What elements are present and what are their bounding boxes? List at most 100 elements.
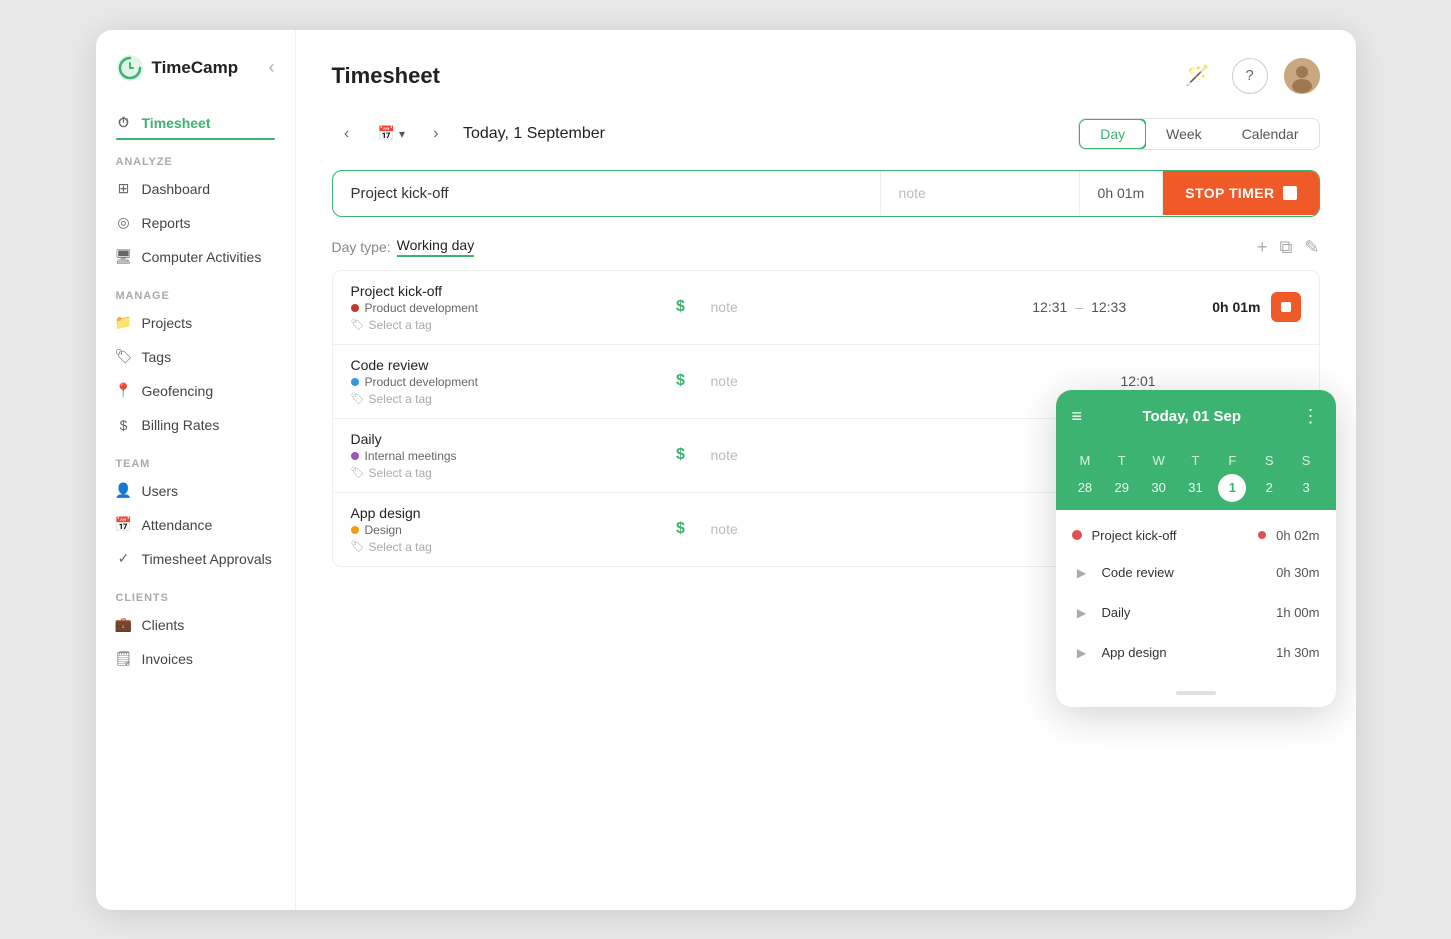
play-button[interactable]: ▶ bbox=[1072, 603, 1092, 623]
entry-info: Code review Product development 🏷 Select… bbox=[351, 357, 651, 406]
entry-name: Daily bbox=[351, 431, 651, 447]
entry-project: Internal meetings bbox=[351, 449, 651, 463]
timer-bar: note 0h 01m STOP TIMER bbox=[332, 170, 1320, 217]
note-field[interactable]: note bbox=[880, 171, 1080, 215]
project-dot bbox=[351, 526, 359, 534]
next-date-button[interactable]: › bbox=[421, 119, 451, 149]
entry-project: Product development bbox=[351, 375, 651, 389]
sidebar-item-geofencing-label: Geofencing bbox=[142, 383, 214, 399]
timecamp-logo-icon bbox=[116, 54, 144, 82]
prev-date-button[interactable]: ‹ bbox=[332, 119, 362, 149]
sidebar-item-invoices[interactable]: 🗒 Invoices bbox=[96, 642, 295, 676]
entry-note[interactable]: note bbox=[711, 299, 1033, 315]
help-button[interactable]: ? bbox=[1232, 58, 1268, 94]
sidebar-item-tags[interactable]: 🏷 Tags bbox=[96, 340, 295, 374]
cal-label-t2: T bbox=[1178, 449, 1213, 472]
cal-date-2[interactable]: 2 bbox=[1255, 474, 1283, 502]
cal-date-3[interactable]: 3 bbox=[1292, 474, 1320, 502]
sidebar-item-timesheet-label: Timesheet bbox=[142, 115, 211, 131]
tag-icon-small: 🏷 bbox=[351, 466, 365, 479]
cal-date-30[interactable]: 30 bbox=[1145, 474, 1173, 502]
sidebar-item-computer-activities[interactable]: 🖥 Computer Activities bbox=[96, 240, 295, 274]
edit-entry-button[interactable]: ✎ bbox=[1304, 237, 1319, 258]
page-title: Timesheet bbox=[332, 63, 440, 89]
play-button[interactable]: ▶ bbox=[1072, 563, 1092, 583]
pin-icon: 📍 bbox=[116, 383, 132, 399]
calendar-icon: 📅 bbox=[378, 125, 395, 142]
entry-name: App design bbox=[351, 505, 651, 521]
folder-icon: 📁 bbox=[116, 315, 132, 331]
copy-entry-button[interactable]: ⧉ bbox=[1280, 237, 1293, 258]
sidebar-section-manage: MANAGE bbox=[96, 274, 295, 306]
entry-note[interactable]: note bbox=[711, 373, 1121, 389]
entry-project-name: Design bbox=[365, 523, 402, 537]
popup-entry-name: Project kick-off bbox=[1092, 528, 1249, 543]
tag-icon-small: 🏷 bbox=[351, 392, 365, 405]
task-name-input[interactable] bbox=[333, 171, 880, 216]
sidebar-item-users[interactable]: 👤 Users bbox=[96, 474, 295, 508]
sidebar-item-timesheet-approvals[interactable]: ✓ Timesheet Approvals bbox=[96, 542, 295, 576]
popup-menu-icon[interactable]: ≡ bbox=[1072, 406, 1083, 427]
avatar[interactable] bbox=[1284, 58, 1320, 94]
tab-week[interactable]: Week bbox=[1146, 119, 1222, 149]
sidebar-item-clients[interactable]: 💼 Clients bbox=[96, 608, 295, 642]
cal-date-31[interactable]: 31 bbox=[1181, 474, 1209, 502]
popup-entry-name: Daily bbox=[1102, 605, 1267, 620]
sidebar-collapse-button[interactable]: ‹ bbox=[269, 57, 275, 78]
entry-billing[interactable]: $ bbox=[651, 446, 711, 464]
sidebar-item-clients-label: Clients bbox=[142, 617, 185, 633]
sidebar-item-timesheet[interactable]: ⏱ Timesheet bbox=[96, 106, 295, 140]
sidebar-item-attendance[interactable]: 📅 Attendance bbox=[96, 508, 295, 542]
entry-tag[interactable]: 🏷 Select a tag bbox=[351, 466, 651, 480]
sidebar-item-billing-rates[interactable]: $ Billing Rates bbox=[96, 408, 295, 442]
tag-icon-small: 🏷 bbox=[351, 318, 365, 331]
entry-duration: 0h 01m bbox=[1212, 299, 1260, 315]
cal-date-29[interactable]: 29 bbox=[1108, 474, 1136, 502]
entry-tag[interactable]: 🏷 Select a tag bbox=[351, 540, 651, 554]
entry-stop-button[interactable] bbox=[1271, 292, 1301, 322]
calendar-picker-button[interactable]: 📅 ▾ bbox=[370, 121, 413, 146]
day-type-value[interactable]: Working day bbox=[397, 237, 475, 257]
popup-entry-name: Code review bbox=[1102, 565, 1267, 580]
cal-label-m: M bbox=[1068, 449, 1103, 472]
entry-time: 12:01 bbox=[1121, 373, 1301, 389]
cal-date-28[interactable]: 28 bbox=[1071, 474, 1099, 502]
approvals-icon: ✓ bbox=[116, 551, 132, 567]
cal-label-t1: T bbox=[1104, 449, 1139, 472]
popup-more-icon[interactable]: ⋮ bbox=[1301, 406, 1319, 427]
project-dot bbox=[351, 452, 359, 460]
project-dot bbox=[351, 304, 359, 312]
entry-info: Project kick-off Product development 🏷 S… bbox=[351, 283, 651, 332]
sidebar-item-reports[interactable]: ◎ Reports bbox=[96, 206, 295, 240]
entry-start[interactable]: 12:01 bbox=[1121, 373, 1156, 389]
tab-day[interactable]: Day bbox=[1078, 118, 1147, 150]
cal-label-w: W bbox=[1141, 449, 1176, 472]
popup-entry-name: App design bbox=[1102, 645, 1267, 660]
entry-tag[interactable]: 🏷 Select a tag bbox=[351, 318, 651, 332]
entry-project: Product development bbox=[351, 301, 651, 315]
stop-timer-button[interactable]: STOP TIMER bbox=[1163, 171, 1318, 215]
sidebar-item-projects[interactable]: 📁 Projects bbox=[96, 306, 295, 340]
sidebar-item-dashboard[interactable]: ⊞ Dashboard bbox=[96, 172, 295, 206]
entry-end[interactable]: 12:33 bbox=[1091, 299, 1126, 315]
popup-bottom bbox=[1056, 681, 1336, 707]
add-entry-button[interactable]: + bbox=[1257, 237, 1268, 258]
sidebar-item-geofencing[interactable]: 📍 Geofencing bbox=[96, 374, 295, 408]
entry-billing[interactable]: $ bbox=[651, 520, 711, 538]
popup-drag-handle[interactable] bbox=[1176, 691, 1216, 695]
cal-label-s1: S bbox=[1252, 449, 1287, 472]
view-tabs: Day Week Calendar bbox=[1078, 118, 1319, 150]
entry-start[interactable]: 12:31 bbox=[1032, 299, 1067, 315]
cal-date-1[interactable]: 1 bbox=[1218, 474, 1246, 502]
sidebar-item-reports-label: Reports bbox=[142, 215, 191, 231]
dashboard-icon: ⊞ bbox=[116, 181, 132, 197]
clock-icon: ⏱ bbox=[116, 115, 132, 131]
entry-billing[interactable]: $ bbox=[651, 298, 711, 316]
sidebar-item-invoices-label: Invoices bbox=[142, 651, 193, 667]
magic-wand-button[interactable]: 🪄 bbox=[1180, 58, 1216, 94]
entry-billing[interactable]: $ bbox=[651, 372, 711, 390]
play-button[interactable]: ▶ bbox=[1072, 643, 1092, 663]
tab-calendar[interactable]: Calendar bbox=[1222, 119, 1319, 149]
calendar-dropdown-icon: ▾ bbox=[399, 127, 405, 141]
entry-tag[interactable]: 🏷 Select a tag bbox=[351, 392, 651, 406]
